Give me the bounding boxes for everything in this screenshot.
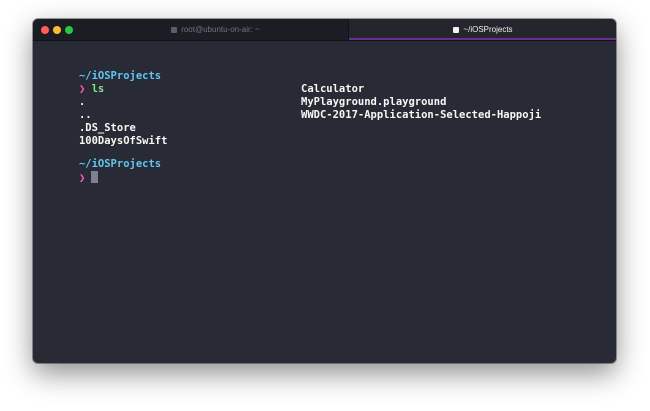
close-window-button[interactable] [41,26,49,34]
tab-label: root@ubuntu-on-air: ~ [181,25,260,34]
terminal-tab-icon [453,26,460,33]
terminal-window: root@ubuntu-on-air: ~ ~/iOSProjects ~/iO… [33,19,616,363]
command-text: ls [91,82,105,95]
listing-entry: MyPlayground.playground [301,96,447,108]
listing-entry: Calculator [301,83,365,95]
minimize-window-button[interactable] [53,26,61,34]
zoom-window-button[interactable] [65,26,73,34]
tab-root-ubuntu[interactable]: root@ubuntu-on-air: ~ [83,19,348,40]
title-bar: root@ubuntu-on-air: ~ ~/iOSProjects [33,19,616,41]
terminal-output[interactable]: ~/iOSProjects ❯ ls . .. .DS_Store 100Day… [33,41,616,363]
terminal-tab-icon [171,26,178,33]
text-cursor [91,170,99,183]
tab-ios-projects[interactable]: ~/iOSProjects [348,19,616,40]
listing-entry: WWDC-2017-Application-Selected-Happoji [301,109,542,121]
tab-label: ~/iOSProjects [463,25,513,34]
prompt-arrow-icon: ❯ [78,171,86,184]
input-line[interactable]: ❯ [41,158,99,197]
